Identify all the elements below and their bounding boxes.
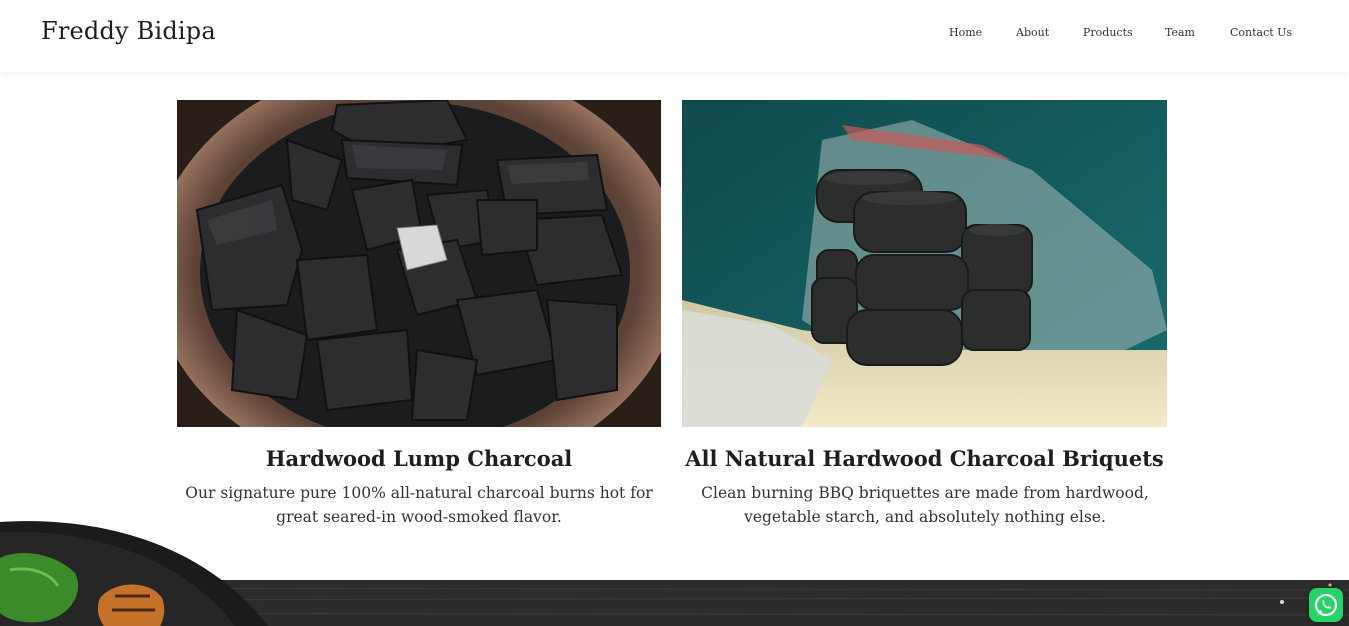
lump-charcoal-image: [177, 100, 661, 427]
product-title: All Natural Hardwood Charcoal Briquets: [685, 446, 1164, 471]
nav-team-link[interactable]: Team: [1165, 26, 1195, 39]
product-description: Clean burning BBQ briquettes are made fr…: [701, 484, 1149, 526]
main-nav: Home About Products Team Contact Us: [0, 26, 1349, 42]
nav-products-link[interactable]: Products: [1083, 26, 1133, 39]
site-header: Freddy Bidipa Home About Products Team C…: [0, 0, 1349, 72]
charcoal-briquettes-photo: [682, 100, 1167, 427]
grilled-vegetables-icon: [0, 521, 268, 626]
product-title: Hardwood Lump Charcoal: [265, 446, 573, 471]
whatsapp-icon: [1314, 593, 1338, 617]
nav-contact-link[interactable]: Contact Us: [1230, 26, 1292, 39]
briquettes-image: [682, 100, 1167, 427]
nav-home-link[interactable]: Home: [949, 26, 982, 39]
nav-about-link[interactable]: About: [1016, 26, 1049, 39]
lump-charcoal-photo: [177, 100, 661, 427]
whatsapp-button[interactable]: [1309, 588, 1343, 622]
grill-pan-decoration: [0, 518, 270, 626]
